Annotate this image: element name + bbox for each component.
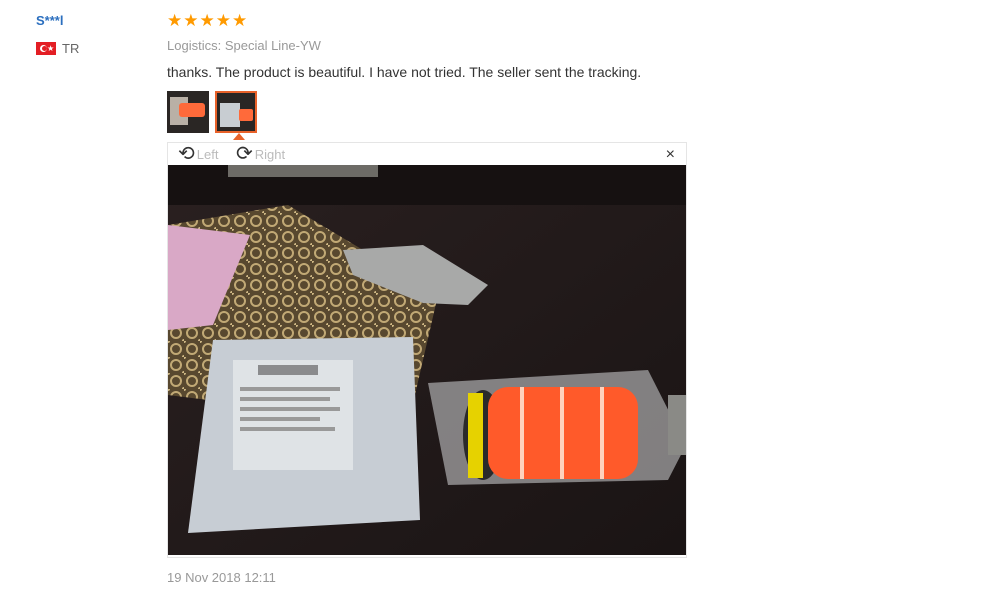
rotate-right-label: Right (254, 146, 286, 162)
star-icon: ★ (167, 11, 183, 30)
star-icon: ★ (232, 11, 248, 30)
reviewer-name: S***l (36, 13, 64, 28)
logistics-info: Logistics: Special Line-YW (167, 38, 321, 53)
country-code: TR (62, 41, 80, 56)
star-rating: ★ ★ ★ ★ ★ (167, 12, 247, 30)
reviewer-country: ★ TR (36, 41, 79, 56)
photo-thumbnails (167, 91, 257, 133)
photo-thumbnail-selected[interactable] (215, 91, 257, 133)
photo-viewer: ⟲ Left ⟳ Right × (167, 142, 687, 558)
rotate-left-label: Left (196, 146, 219, 162)
selected-thumbnail-caret (233, 133, 245, 140)
rotate-left-button[interactable]: ⟲ Left (178, 143, 219, 165)
rotate-right-button[interactable]: ⟳ Right (236, 143, 286, 165)
logistics-label: Logistics: (167, 38, 222, 53)
logistics-value: Special Line-YW (224, 38, 321, 53)
review-date: 19 Nov 2018 12:11 (167, 570, 276, 585)
close-icon: × (665, 146, 675, 163)
close-button[interactable]: × (666, 147, 675, 163)
photo-thumbnail[interactable] (167, 91, 209, 133)
viewer-toolbar: ⟲ Left ⟳ Right × (168, 143, 686, 165)
review-text: thanks. The product is beautiful. I have… (167, 64, 642, 80)
rotate-right-icon: ⟳ (236, 143, 253, 165)
review-photo-image (168, 165, 686, 555)
star-icon: ★ (199, 11, 215, 30)
rotate-left-icon: ⟲ (178, 143, 195, 165)
review-photo (168, 165, 686, 555)
star-icon: ★ (215, 11, 231, 30)
turkey-flag-icon: ★ (36, 42, 56, 55)
star-icon: ★ (183, 11, 199, 30)
